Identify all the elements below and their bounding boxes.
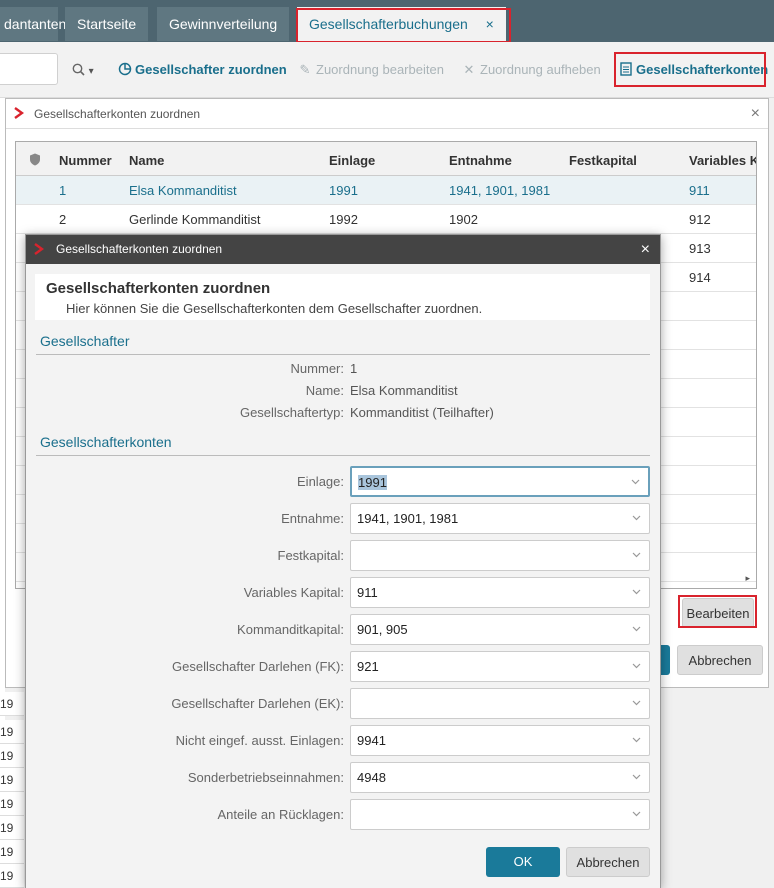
cancel-button[interactable]: Abbrechen (677, 645, 763, 675)
darlehen-ek-select[interactable] (350, 688, 650, 719)
search-input[interactable] (0, 53, 58, 85)
chevron-down-icon (632, 589, 641, 595)
dialog-titlebar: Gesellschafterkonten zuordnen × (26, 235, 660, 264)
assign-accounts-dialog: Gesellschafterkonten zuordnen × Gesellsc… (25, 234, 661, 888)
scroll-right-icon[interactable]: ▸ (745, 573, 750, 584)
brand-chevron-icon (34, 243, 44, 255)
list-item: 19 (0, 768, 24, 792)
chevron-down-icon: ▾ (88, 66, 94, 77)
field-nicht-eingef-einlagen: Nicht eingef. ausst. Einlagen: 9941 (26, 725, 662, 757)
cancel-button[interactable]: Abbrechen (566, 847, 650, 877)
field-variables-kapital: Variables Kapital: 911 (26, 577, 662, 609)
partner-name-row: Name: Elsa Kommanditist (305, 383, 458, 398)
column-header[interactable]: Nummer (59, 153, 112, 168)
dialog-footer: OK Abbrechen (26, 831, 660, 888)
close-icon[interactable]: × (751, 99, 760, 129)
edit-button[interactable]: Bearbeiten (682, 598, 754, 628)
festkapital-select[interactable] (350, 540, 650, 571)
chevron-down-icon (632, 700, 641, 706)
column-header[interactable]: Name (129, 153, 164, 168)
toolbar: ▾ Gesellschafter zuordnen ✎ Zuordnung bea… (0, 42, 774, 98)
dialog-heading: Gesellschafterkonten zuordnen (46, 280, 271, 297)
close-icon[interactable]: × (486, 7, 494, 41)
table-row[interactable]: 1 Elsa Kommanditist 1991 1941, 1901, 198… (16, 176, 756, 205)
partner-number-row: Nummer: 1 (290, 361, 358, 376)
assign-partner-button[interactable]: Gesellschafter zuordnen (118, 62, 287, 77)
pie-chart-icon (118, 62, 132, 76)
nicht-eingef-einlagen-select[interactable]: 9941 (350, 725, 650, 756)
table-row[interactable]: 2 Gerlinde Kommanditist 1992 1902 912 (16, 205, 756, 234)
field-darlehen-fk: Gesellschafter Darlehen (FK): 921 (26, 651, 662, 683)
variables-kapital-select[interactable]: 911 (350, 577, 650, 608)
search-button[interactable]: ▾ (72, 62, 94, 77)
tab-startseite[interactable]: Startseite (65, 7, 149, 41)
field-einlage: Einlage: 1991 (26, 466, 662, 498)
chevron-down-icon (632, 552, 641, 558)
tab-gesellschafterbuchungen[interactable]: Gesellschafterbuchungen × (297, 7, 506, 41)
tab-bar: dantan­ten Startseite Gewinnverteilung G… (0, 0, 774, 42)
tab-mandanten[interactable]: dantan­ten (0, 7, 66, 41)
entnahme-select[interactable]: 1941, 1901, 1981 (350, 503, 650, 534)
chevron-down-icon (631, 479, 640, 485)
shield-icon (30, 153, 40, 166)
chevron-down-icon (632, 811, 641, 817)
field-kommanditkapital: Kommanditkapital: 901, 905 (26, 614, 662, 646)
sonderbetriebseinnahmen-select[interactable]: 4948 (350, 762, 650, 793)
dialog-description: Hier können Sie die Gesellschafterkonten… (66, 301, 483, 316)
pencil-icon: ✎ (299, 62, 311, 77)
partner-accounts-button[interactable]: Gesellschafterkonten (620, 62, 768, 77)
field-sonderbetriebseinnahmen: Sonderbetriebseinnahmen: 4948 (26, 762, 662, 794)
list-item: 19 (0, 864, 24, 888)
column-header[interactable]: Einlage (329, 153, 375, 168)
list-item: 19 (0, 744, 24, 768)
darlehen-fk-select[interactable]: 921 (350, 651, 650, 682)
list-item: 19 (0, 792, 24, 816)
einlage-select[interactable]: 1991 (350, 466, 650, 497)
partner-type-row: Gesellschaftertyp: Kommanditist (Teilhaf… (239, 405, 494, 420)
info-box: Gesellschafterkonten zuordnen Hier könne… (35, 274, 650, 320)
close-icon[interactable]: × (641, 235, 650, 264)
list-item: 19 (0, 692, 24, 716)
field-festkapital: Festkapital: (26, 540, 662, 572)
x-icon: ✕ (463, 62, 475, 77)
column-header[interactable]: Festkapital (569, 153, 637, 168)
column-header[interactable]: Entnahme (449, 153, 512, 168)
remove-assignment-button[interactable]: ✕ Zuordnung aufheben (462, 62, 601, 78)
list-item: 19 (0, 816, 24, 840)
table-header: Nummer Name Einlage Entnahme Festkapital… (16, 142, 756, 176)
column-header[interactable]: Variables Ka (689, 153, 756, 168)
chevron-down-icon (632, 515, 641, 521)
outer-dialog-titlebar: Gesellschafterkonten zuordnen × (6, 99, 768, 129)
field-darlehen-ek: Gesellschafter Darlehen (EK): (26, 688, 662, 720)
section-title-partner: Gesellschafter (36, 333, 650, 355)
document-icon (620, 62, 632, 76)
list-item: 19 (0, 720, 24, 744)
field-entnahme: Entnahme: 1941, 1901, 1981 (26, 503, 662, 535)
ok-button[interactable]: OK (486, 847, 560, 877)
chevron-down-icon (632, 774, 641, 780)
list-item: 19 (0, 840, 24, 864)
chevron-down-icon (632, 663, 641, 669)
kommanditkapital-select[interactable]: 901, 905 (350, 614, 650, 645)
edit-assignment-button[interactable]: ✎ Zuordnung bearbeiten (298, 62, 444, 78)
field-anteile-ruecklagen: Anteile an Rücklagen: (26, 799, 662, 831)
brand-chevron-icon (14, 107, 24, 119)
anteile-ruecklagen-select[interactable] (350, 799, 650, 830)
tab-gewinnverteilung[interactable]: Gewinnverteilung (157, 7, 290, 41)
section-title-accounts: Gesellschafterkonten (36, 434, 650, 456)
chevron-down-icon (632, 626, 641, 632)
search-icon (72, 63, 85, 76)
chevron-down-icon (632, 737, 641, 743)
